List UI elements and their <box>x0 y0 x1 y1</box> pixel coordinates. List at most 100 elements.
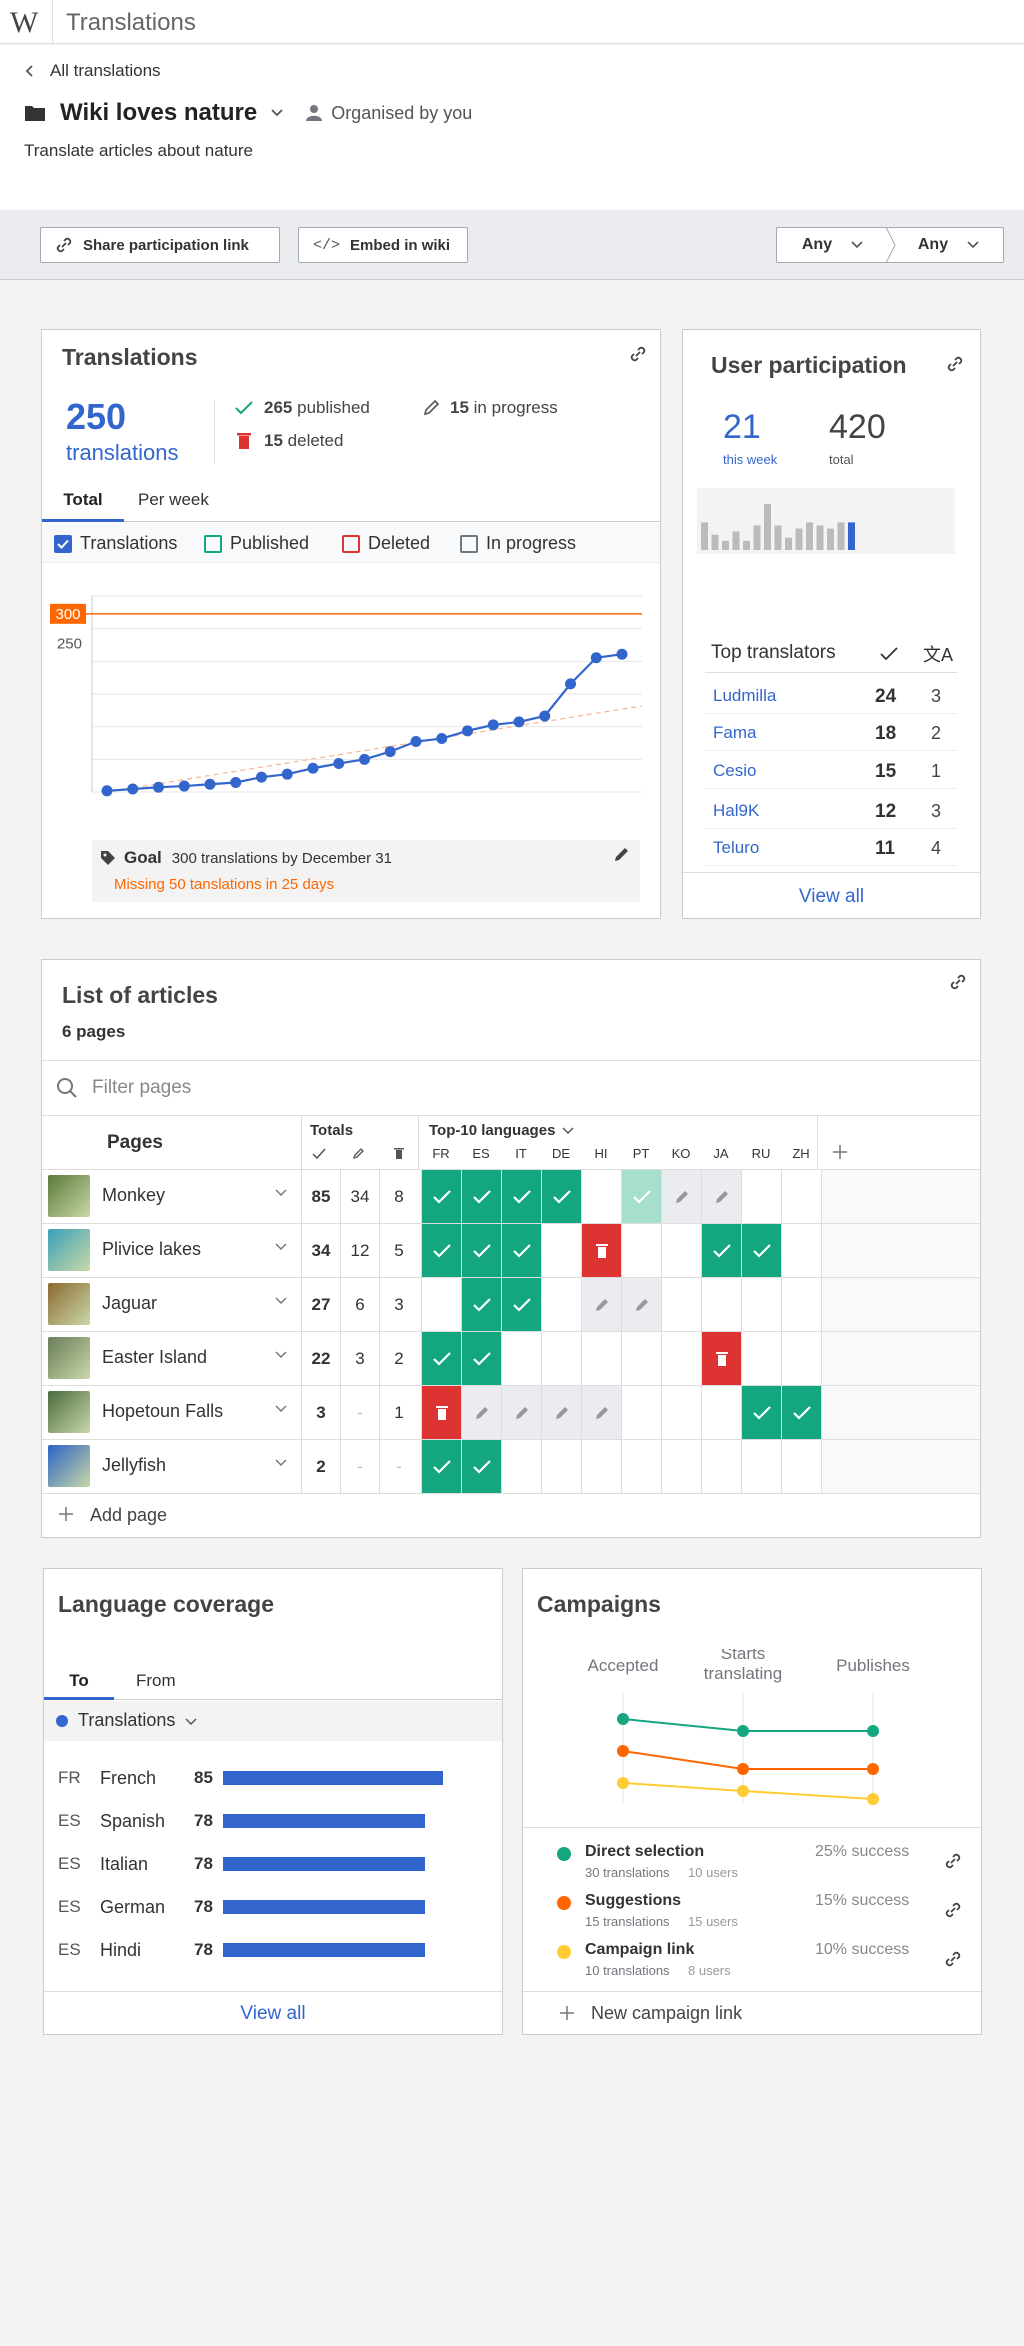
language-status-cell[interactable] <box>421 1386 461 1440</box>
translator-name-link[interactable]: Hal9K <box>713 801 759 821</box>
filter-published-checkbox[interactable]: Published <box>204 533 309 554</box>
language-header-ru[interactable]: RU <box>741 1146 781 1161</box>
page-name[interactable]: Jellyfish <box>102 1455 166 1476</box>
tab-per-week[interactable]: Per week <box>138 490 209 510</box>
chevron-down-icon[interactable] <box>269 107 285 119</box>
language-status-cell[interactable] <box>661 1278 701 1332</box>
language-header-fr[interactable]: FR <box>421 1146 461 1161</box>
language-status-cell[interactable] <box>621 1224 661 1278</box>
coverage-metric-dropdown[interactable]: Translations <box>44 1701 502 1741</box>
language-header-de[interactable]: DE <box>541 1146 581 1161</box>
language-status-cell[interactable] <box>621 1386 661 1440</box>
language-status-cell[interactable] <box>781 1278 821 1332</box>
language-header-zh[interactable]: ZH <box>781 1146 821 1161</box>
view-all-languages-link[interactable]: View all <box>44 2003 502 2025</box>
filter-in-progress-checkbox[interactable]: In progress <box>460 533 576 554</box>
page-name[interactable]: Plivice lakes <box>102 1239 201 1260</box>
add-page-button[interactable]: Add page <box>42 1493 980 1537</box>
filter-translations-checkbox[interactable]: Translations <box>54 533 177 554</box>
language-status-cell[interactable] <box>701 1332 741 1386</box>
wikipedia-logo[interactable]: W <box>10 6 38 40</box>
language-status-cell[interactable] <box>421 1278 461 1332</box>
edit-pencil-icon[interactable] <box>612 846 630 864</box>
language-status-cell[interactable] <box>741 1386 781 1440</box>
link-icon[interactable] <box>943 1949 963 1969</box>
view-all-translators-link[interactable]: View all <box>683 886 980 908</box>
language-status-cell[interactable] <box>661 1332 701 1386</box>
language-status-cell[interactable] <box>501 1386 541 1440</box>
language-status-cell[interactable] <box>741 1440 781 1494</box>
target-language-filter[interactable]: Any <box>893 228 1005 262</box>
share-participation-button[interactable]: Share participation link <box>40 227 280 263</box>
embed-in-wiki-button[interactable]: </> Embed in wiki <box>298 227 468 263</box>
language-header-es[interactable]: ES <box>461 1146 501 1161</box>
translator-name-link[interactable]: Ludmilla <box>713 686 776 706</box>
language-status-cell[interactable] <box>581 1278 621 1332</box>
language-status-cell[interactable] <box>461 1386 501 1440</box>
language-status-cell[interactable] <box>541 1332 581 1386</box>
language-status-cell[interactable] <box>421 1440 461 1494</box>
language-status-cell[interactable] <box>541 1170 581 1224</box>
chevron-down-icon[interactable] <box>274 1242 288 1252</box>
language-status-cell[interactable] <box>501 1224 541 1278</box>
language-status-cell[interactable] <box>501 1440 541 1494</box>
language-status-cell[interactable] <box>741 1332 781 1386</box>
link-icon[interactable] <box>948 972 968 992</box>
language-status-cell[interactable] <box>621 1332 661 1386</box>
language-status-cell[interactable] <box>541 1440 581 1494</box>
language-status-cell[interactable] <box>421 1224 461 1278</box>
language-header-ko[interactable]: KO <box>661 1146 701 1161</box>
language-status-cell[interactable] <box>661 1224 701 1278</box>
language-status-cell[interactable] <box>661 1386 701 1440</box>
language-status-cell[interactable] <box>781 1170 821 1224</box>
language-header-pt[interactable]: PT <box>621 1146 661 1161</box>
link-icon[interactable] <box>943 1900 963 1920</box>
language-status-cell[interactable] <box>581 1170 621 1224</box>
language-status-cell[interactable] <box>701 1440 741 1494</box>
language-header-hi[interactable]: HI <box>581 1146 621 1161</box>
chevron-down-icon[interactable] <box>274 1404 288 1414</box>
language-status-cell[interactable] <box>781 1440 821 1494</box>
language-status-cell[interactable] <box>741 1278 781 1332</box>
language-status-cell[interactable] <box>661 1440 701 1494</box>
language-header-it[interactable]: IT <box>501 1146 541 1161</box>
language-status-cell[interactable] <box>501 1170 541 1224</box>
language-status-cell[interactable] <box>421 1170 461 1224</box>
language-status-cell[interactable] <box>501 1332 541 1386</box>
new-campaign-link-button[interactable]: New campaign link <box>523 1992 981 2034</box>
language-status-cell[interactable] <box>581 1224 621 1278</box>
link-icon[interactable] <box>943 1851 963 1871</box>
language-status-cell[interactable] <box>541 1278 581 1332</box>
language-status-cell[interactable] <box>461 1440 501 1494</box>
page-name[interactable]: Hopetoun Falls <box>102 1401 223 1422</box>
page-name[interactable]: Monkey <box>102 1185 165 1206</box>
language-status-cell[interactable] <box>581 1332 621 1386</box>
language-status-cell[interactable] <box>701 1224 741 1278</box>
page-name[interactable]: Jaguar <box>102 1293 157 1314</box>
top-languages-dropdown[interactable]: Top-10 languages <box>429 1122 575 1139</box>
chevron-down-icon[interactable] <box>274 1188 288 1198</box>
back-link[interactable]: All translations <box>24 61 161 81</box>
translator-name-link[interactable]: Fama <box>713 723 756 743</box>
language-status-cell[interactable] <box>581 1386 621 1440</box>
language-status-cell[interactable] <box>781 1386 821 1440</box>
language-header-ja[interactable]: JA <box>701 1146 741 1161</box>
chevron-down-icon[interactable] <box>274 1296 288 1306</box>
language-status-cell[interactable] <box>701 1278 741 1332</box>
language-status-cell[interactable] <box>461 1332 501 1386</box>
filter-pages-input[interactable]: Filter pages <box>42 1060 980 1115</box>
language-status-cell[interactable] <box>621 1278 661 1332</box>
language-status-cell[interactable] <box>781 1332 821 1386</box>
link-icon[interactable] <box>945 354 965 374</box>
filter-deleted-checkbox[interactable]: Deleted <box>342 533 430 554</box>
page-name[interactable]: Easter Island <box>102 1347 207 1368</box>
language-status-cell[interactable] <box>621 1440 661 1494</box>
link-icon[interactable] <box>628 344 648 364</box>
language-status-cell[interactable] <box>741 1170 781 1224</box>
language-status-cell[interactable] <box>541 1386 581 1440</box>
language-status-cell[interactable] <box>741 1224 781 1278</box>
chevron-down-icon[interactable] <box>274 1350 288 1360</box>
tab-to[interactable]: To <box>44 1665 114 1700</box>
language-status-cell[interactable] <box>461 1278 501 1332</box>
language-status-cell[interactable] <box>621 1170 661 1224</box>
